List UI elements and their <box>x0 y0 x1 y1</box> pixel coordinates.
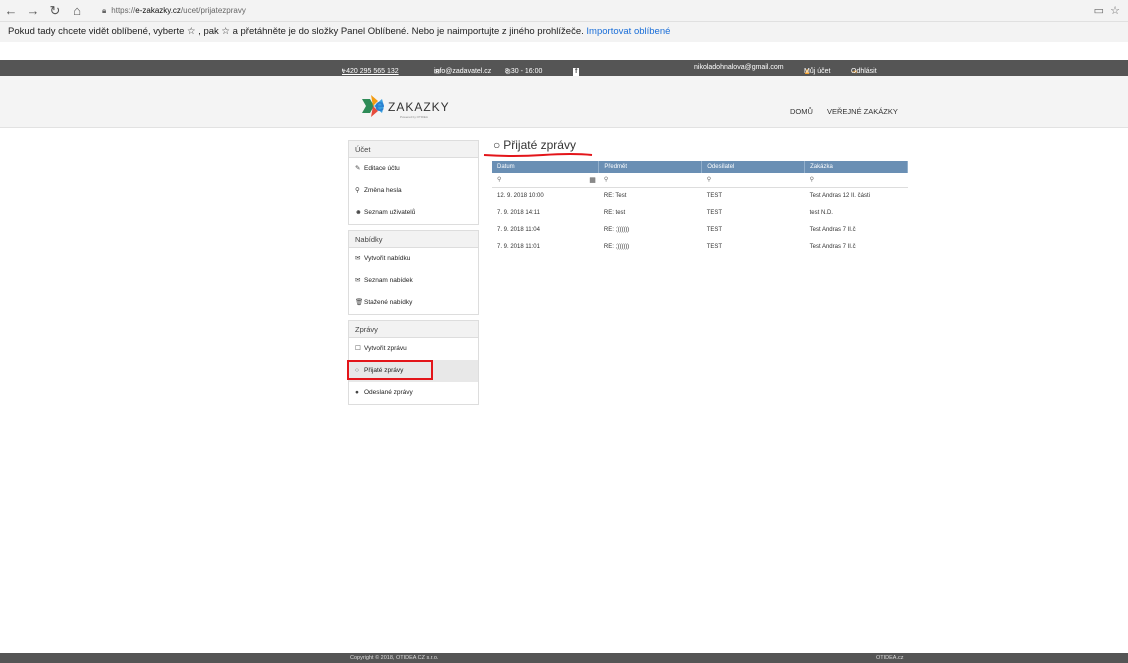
sidebar-item-offer-list[interactable]: ✉ Seznam nabídek <box>349 270 478 292</box>
sidebar-item-withdrawn-offers[interactable]: 🗑Stažené nabídky <box>349 292 478 314</box>
sender-filter[interactable]: ⚲ <box>701 173 805 188</box>
cell-contract: test N.D. <box>809 209 833 216</box>
column-header-subject[interactable]: Předmět <box>598 161 703 173</box>
users-icon: ☻ <box>355 209 362 216</box>
cell-subject: RE: Test <box>603 192 627 199</box>
sidebar-group-title: Nabídky <box>349 231 478 248</box>
my-account-link[interactable]: Můj účet <box>804 68 830 75</box>
key-icon: ⚲ <box>355 187 360 194</box>
forward-icon[interactable]: → <box>22 3 44 18</box>
reading-view-icon[interactable]: ▭ <box>1094 5 1104 17</box>
cell-subject: RE: ;)))))) <box>603 243 630 250</box>
email-link[interactable]: info@zadavatel.cz <box>434 68 491 75</box>
filter-row: ⚲ ▦ ⚲ ⚲ ⚲ <box>492 173 908 188</box>
footer-site-link[interactable]: OTIDEA.cz <box>876 655 904 661</box>
phone-link[interactable]: +420 295 565 132 <box>342 68 399 75</box>
cell-sender: TEST <box>706 192 723 199</box>
sidebar-item-edit-account[interactable]: ✎ Editace účtu <box>349 158 478 180</box>
search-icon: ⚲ <box>706 177 712 184</box>
sidebar-item-create-message[interactable]: ☐ Vytvořit zprávu <box>349 338 478 360</box>
sidebar-item-create-offer[interactable]: ✉ Vytvořit nabídku <box>349 248 478 270</box>
sidebar-group-account: Účet ✎ Editace účtu ⚲ Změna hesla ☻ Seznam … <box>348 140 479 225</box>
logout-link[interactable]: Odhlásit <box>851 68 877 75</box>
browser-address-bar: ← → ↻ ⌂ 🔒︎ https://e-zakazky.cz/ucet/pri… <box>0 0 1128 22</box>
cell-subject: RE: test <box>603 209 626 216</box>
table-row[interactable]: 7. 9. 2018 11:01 RE: ;)))))) TEST Test A… <box>492 238 908 255</box>
cell-date: 7. 9. 2018 11:01 <box>497 243 540 250</box>
favorite-star-icon[interactable]: ☆ <box>1110 5 1120 17</box>
search-icon: ⚲ <box>809 177 815 184</box>
calendar-icon[interactable]: ▦ <box>589 176 596 184</box>
cell-date: 7. 9. 2018 14:11 <box>497 209 540 216</box>
site-header: e ZAKAZKY Powered by OTIDEA DOMŮ VEŘEJNÉ… <box>0 76 1128 128</box>
facebook-icon[interactable]: f <box>573 68 580 76</box>
page-title: ○ Přijaté zprávy <box>493 138 576 152</box>
nav-home[interactable]: DOMŮ <box>790 107 813 116</box>
table-row[interactable]: 12. 9. 2018 10:00 RE: Test TEST Test And… <box>492 187 908 204</box>
top-info-strip: 📞︎ +420 295 565 132 ✉ info@zadavatel.cz … <box>0 60 1128 76</box>
envelope-icon: ✉ <box>355 277 361 284</box>
user-email: nikoladohnalova@gmail.com <box>694 64 784 71</box>
highlight-annotation-box <box>347 360 433 380</box>
import-favorites-link[interactable]: Importovat oblíbené <box>586 26 670 37</box>
column-header-sender[interactable]: Odesílatel <box>701 161 806 173</box>
refresh-icon[interactable]: ↻ <box>44 3 66 19</box>
url-field[interactable]: 🔒︎ https://e-zakazky.cz/ucet/prijatezpra… <box>102 6 246 16</box>
cell-contract: Test Andras 7 II.č <box>809 226 856 233</box>
sidebar-group-offers: Nabídky ✉ Vytvořit nabídku ✉ Seznam nabíde… <box>348 230 479 315</box>
url-domain: e-zakazky.cz <box>135 6 181 15</box>
edit-icon: ✎ <box>355 165 361 172</box>
logo-subtitle: Powered by OTIDEA <box>400 115 428 119</box>
sidebar-item-sent-messages[interactable]: ● Odeslané zprávy <box>349 382 478 404</box>
site-footer: Copyright © 2018, OTIDEA CZ s.r.o. OTIDE… <box>0 653 1128 663</box>
red-underline-annotation <box>483 153 593 157</box>
subject-filter[interactable]: ⚲ <box>598 173 702 188</box>
search-icon: ⚲ <box>497 177 502 184</box>
sidebar-group-title: Zprávy <box>349 321 478 338</box>
logo-e: e <box>375 96 385 115</box>
favorites-hint: Pokud tady chcete vidět oblíbené, vybert… <box>8 26 584 37</box>
favorites-bar: Pokud tady chcete vidět oblíbené, vybert… <box>0 22 1128 42</box>
contract-filter[interactable]: ⚲ <box>804 173 908 188</box>
home-icon[interactable]: ⌂ <box>66 3 88 18</box>
cell-sender: TEST <box>706 209 723 216</box>
date-filter[interactable]: ⚲ ▦ <box>492 173 599 188</box>
sidebar-item-user-list[interactable]: ☻ Seznam uživatelů <box>349 202 478 224</box>
cell-contract: Test Andras 12 II. části <box>809 192 870 199</box>
envelope-outline-icon: ✉ <box>355 255 361 262</box>
back-icon[interactable]: ← <box>0 3 22 18</box>
cell-subject: RE: ;)))))) <box>603 226 630 233</box>
logo-text: ZAKAZKY <box>388 100 450 114</box>
copyright-text: Copyright © 2018, OTIDEA CZ s.r.o. <box>350 655 439 661</box>
column-header-date[interactable]: Datum <box>492 161 600 173</box>
sidebar-item-change-password[interactable]: ⚲ Změna hesla <box>349 180 478 202</box>
table-row[interactable]: 7. 9. 2018 11:04 RE: ;)))))) TEST Test A… <box>492 221 908 238</box>
url-prefix: https:// <box>111 6 136 15</box>
comment-icon: ● <box>355 389 359 396</box>
cell-sender: TEST <box>706 226 723 233</box>
cell-date: 12. 9. 2018 10:00 <box>497 192 544 199</box>
search-icon: ⚲ <box>603 177 609 184</box>
trash-icon: 🗑 <box>355 299 364 306</box>
opening-hours: 8:30 - 16:00 <box>505 68 543 75</box>
cell-sender: TEST <box>706 243 723 250</box>
sidebar-group-title: Účet <box>349 141 478 158</box>
site-logo[interactable]: e ZAKAZKY Powered by OTIDEA <box>362 95 482 119</box>
lock-icon: 🔒︎ <box>102 5 107 15</box>
file-icon: ☐ <box>355 345 361 352</box>
cell-date: 7. 9. 2018 11:04 <box>497 226 540 233</box>
nav-public-contracts[interactable]: VEŘEJNÉ ZAKÁZKY <box>827 107 898 116</box>
table-row[interactable]: 7. 9. 2018 14:11 RE: test TEST test N.D. <box>492 204 908 221</box>
cell-contract: Test Andras 7 II.č <box>809 243 856 250</box>
column-header-contract[interactable]: Zakázka <box>804 161 908 173</box>
url-path: /ucet/prijatezpravy <box>180 6 246 15</box>
messages-table: Datum Předmět Odesílatel Zakázka ⚲ ▦ ⚲ ⚲ … <box>492 161 908 255</box>
comment-outline-icon: ○ <box>493 138 501 152</box>
